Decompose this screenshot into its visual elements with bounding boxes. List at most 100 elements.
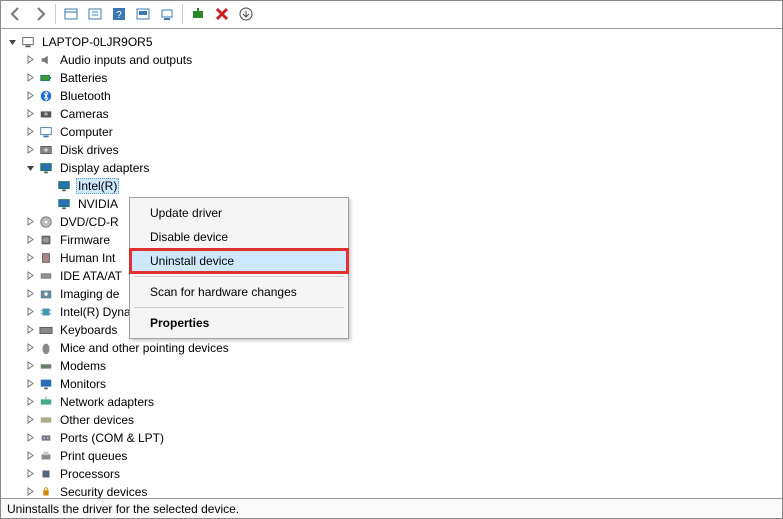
tree-category-label: Ports (COM & LPT): [58, 431, 166, 445]
tree-device[interactable]: Intel(R): [1, 177, 782, 195]
expander-icon[interactable]: [23, 53, 37, 67]
expander-placeholder: [41, 179, 55, 193]
ide-icon: [38, 268, 54, 284]
printer-icon: [38, 448, 54, 464]
tree-category[interactable]: Cameras: [1, 105, 782, 123]
tree-category[interactable]: Human Int: [1, 249, 782, 267]
tree-category[interactable]: Ports (COM & LPT): [1, 429, 782, 447]
menu-item[interactable]: Update driver: [130, 201, 348, 225]
expander-icon[interactable]: [23, 287, 37, 301]
expander-icon[interactable]: [23, 125, 37, 139]
expander-icon[interactable]: [23, 269, 37, 283]
back-button[interactable]: [5, 3, 27, 25]
expander-icon[interactable]: [23, 413, 37, 427]
expander-icon[interactable]: [5, 35, 19, 49]
remove-button[interactable]: [211, 3, 233, 25]
tree-category-label: Cameras: [58, 107, 111, 121]
tree-category-label: Print queues: [58, 449, 129, 463]
expander-icon[interactable]: [23, 323, 37, 337]
tree-category[interactable]: Modems: [1, 357, 782, 375]
expander-icon[interactable]: [23, 485, 37, 499]
port-icon: [38, 430, 54, 446]
tree-category[interactable]: Processors: [1, 465, 782, 483]
expander-icon[interactable]: [23, 71, 37, 85]
tree-category[interactable]: Keyboards: [1, 321, 782, 339]
expander-icon[interactable]: [23, 107, 37, 121]
expander-icon[interactable]: [23, 359, 37, 373]
tree-category[interactable]: Bluetooth: [1, 87, 782, 105]
scan-button[interactable]: [156, 3, 178, 25]
expander-icon[interactable]: [23, 251, 37, 265]
expander-icon[interactable]: [23, 449, 37, 463]
tree-category-label: Monitors: [58, 377, 108, 391]
tree-category[interactable]: Display adapters: [1, 159, 782, 177]
display-icon: [56, 196, 72, 212]
expander-icon[interactable]: [23, 161, 37, 175]
expander-icon[interactable]: [23, 143, 37, 157]
expander-icon[interactable]: [23, 305, 37, 319]
tree-category-label: Audio inputs and outputs: [58, 53, 194, 67]
cpu-icon: [38, 466, 54, 482]
update-button[interactable]: [132, 3, 154, 25]
menu-separator: [134, 307, 344, 308]
computer-icon: [20, 34, 36, 50]
tree-root-label: LAPTOP-0LJR9OR5: [40, 35, 155, 49]
tree-category[interactable]: Security devices: [1, 483, 782, 499]
disk-icon: [38, 142, 54, 158]
expander-icon[interactable]: [23, 233, 37, 247]
battery-icon: [38, 70, 54, 86]
show-hidden-button[interactable]: [60, 3, 82, 25]
tree-category[interactable]: Monitors: [1, 375, 782, 393]
monitor-icon: [38, 376, 54, 392]
expander-icon[interactable]: [23, 377, 37, 391]
menu-item[interactable]: Disable device: [130, 225, 348, 249]
tree-category[interactable]: Computer: [1, 123, 782, 141]
expander-icon[interactable]: [23, 467, 37, 481]
tree-device[interactable]: NVIDIA: [1, 195, 782, 213]
menu-item[interactable]: Scan for hardware changes: [130, 280, 348, 304]
tree-category[interactable]: Disk drives: [1, 141, 782, 159]
tree-category[interactable]: Firmware: [1, 231, 782, 249]
expander-icon[interactable]: [23, 215, 37, 229]
svg-text:?: ?: [116, 10, 122, 21]
expander-icon[interactable]: [23, 89, 37, 103]
tree-category-label: Disk drives: [58, 143, 121, 157]
more-button[interactable]: [235, 3, 257, 25]
tree-category-label: Mice and other pointing devices: [58, 341, 231, 355]
device-tree[interactable]: LAPTOP-0LJR9OR5 Audio inputs and outputs B…: [1, 29, 782, 499]
camera-icon: [38, 106, 54, 122]
expander-icon[interactable]: [23, 395, 37, 409]
tree-category[interactable]: Intel(R) Dynamic Platform and Thermal Fr…: [1, 303, 782, 321]
tree-category[interactable]: Network adapters: [1, 393, 782, 411]
menu-item[interactable]: Properties: [130, 311, 348, 335]
menu-separator: [134, 276, 344, 277]
add-legacy-button[interactable]: [187, 3, 209, 25]
tree-area: LAPTOP-0LJR9OR5 Audio inputs and outputs B…: [1, 29, 782, 499]
tree-category[interactable]: DVD/CD-R: [1, 213, 782, 231]
toolbar-separator: [55, 4, 56, 24]
tree-category-label: Batteries: [58, 71, 109, 85]
tree-category-label: Human Int: [58, 251, 117, 265]
expander-icon[interactable]: [23, 431, 37, 445]
properties-button[interactable]: [84, 3, 106, 25]
tree-category[interactable]: Batteries: [1, 69, 782, 87]
tree-category-label: Display adapters: [58, 161, 151, 175]
tree-category[interactable]: IDE ATA/AT: [1, 267, 782, 285]
tree-root[interactable]: LAPTOP-0LJR9OR5: [1, 33, 782, 51]
bluetooth-icon: [38, 88, 54, 104]
tree-category-label: Security devices: [58, 485, 149, 499]
tree-category[interactable]: Mice and other pointing devices: [1, 339, 782, 357]
tree-category[interactable]: Audio inputs and outputs: [1, 51, 782, 69]
tree-category[interactable]: Print queues: [1, 447, 782, 465]
help-button[interactable]: ?: [108, 3, 130, 25]
expander-icon[interactable]: [23, 341, 37, 355]
forward-button[interactable]: [29, 3, 51, 25]
tree-category[interactable]: Other devices: [1, 411, 782, 429]
toolbar-separator: [182, 4, 183, 24]
dvd-icon: [38, 214, 54, 230]
expander-placeholder: [41, 197, 55, 211]
tree-category-label: DVD/CD-R: [58, 215, 121, 229]
menu-item[interactable]: Uninstall device: [130, 249, 348, 273]
security-icon: [38, 484, 54, 499]
tree-category[interactable]: Imaging de: [1, 285, 782, 303]
